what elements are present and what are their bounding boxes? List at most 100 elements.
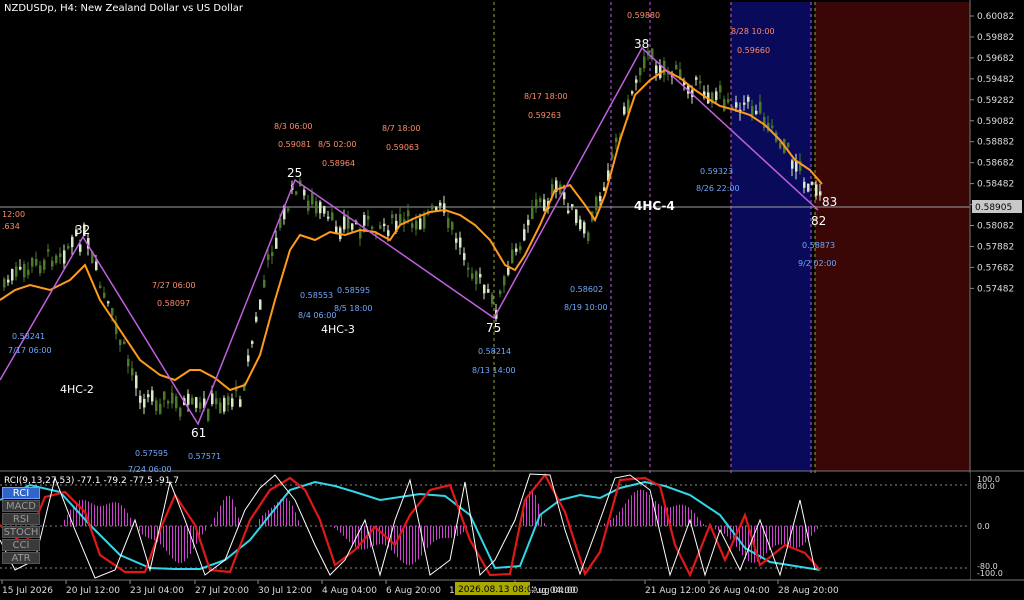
rci-hist-bar bbox=[457, 526, 458, 537]
candle-body bbox=[807, 183, 810, 192]
candle-body bbox=[187, 393, 190, 405]
candle-body bbox=[223, 398, 226, 412]
rci-hist-bar bbox=[751, 526, 752, 563]
rci-hist-bar bbox=[112, 502, 113, 526]
time-tick-label: 27 Jul 20:00 bbox=[195, 586, 249, 596]
rci-hist-bar bbox=[415, 526, 416, 563]
candle-body bbox=[275, 237, 278, 249]
candle-body bbox=[63, 250, 66, 264]
candle-body bbox=[227, 396, 230, 406]
candle-body bbox=[599, 195, 602, 202]
time-tick-label: 21 Aug 12:00 bbox=[645, 586, 706, 596]
candle-body bbox=[811, 182, 814, 185]
candle-body bbox=[615, 137, 618, 143]
candle-body bbox=[391, 214, 394, 219]
candle-body bbox=[595, 196, 598, 211]
rci-hist-bar bbox=[76, 502, 77, 526]
candle-body bbox=[471, 273, 474, 279]
price-tick-label: 0.58682 bbox=[977, 159, 1014, 169]
tab-rci[interactable]: RCI bbox=[2, 487, 40, 499]
candle-body bbox=[71, 236, 74, 248]
svg-text:0.57571: 0.57571 bbox=[188, 452, 221, 461]
rci-hist-bar bbox=[352, 526, 353, 545]
tab-stoch[interactable]: STOCH bbox=[2, 526, 40, 538]
rci-tick-label: 0.0 bbox=[977, 522, 990, 531]
candle-body bbox=[43, 259, 46, 270]
svg-text:0.58964: 0.58964 bbox=[322, 159, 355, 168]
svg-text:0.59323: 0.59323 bbox=[700, 167, 733, 176]
rci-hist-bar bbox=[673, 506, 674, 526]
svg-text:7/24 06:00: 7/24 06:00 bbox=[128, 465, 172, 474]
candle-body bbox=[55, 255, 58, 263]
svg-text:8/4 06:00: 8/4 06:00 bbox=[298, 311, 336, 320]
svg-text:7/17 06:00: 7/17 06:00 bbox=[8, 346, 52, 355]
candle-body bbox=[59, 253, 62, 258]
price-tick-label: 0.59082 bbox=[977, 117, 1014, 127]
candle-body bbox=[139, 395, 142, 403]
candle-body bbox=[39, 265, 42, 274]
tab-macd[interactable]: MACD bbox=[2, 500, 40, 512]
rci-hist-bar bbox=[793, 526, 794, 548]
candle-body bbox=[575, 209, 578, 223]
rci-hist-bar bbox=[811, 526, 812, 536]
rci-hist-bar bbox=[337, 526, 338, 531]
rci-hist-bar bbox=[526, 498, 527, 526]
wave-label-32: 32 bbox=[75, 223, 90, 237]
svg-text:0.58241: 0.58241 bbox=[12, 332, 45, 341]
time-tick-label: 23 Jul 04:00 bbox=[130, 586, 184, 596]
tab-rsi[interactable]: RSI bbox=[2, 513, 40, 525]
candle-body bbox=[119, 339, 122, 345]
candle-body bbox=[719, 85, 722, 93]
rci-hist-bar bbox=[409, 526, 410, 566]
rci-axis: 100.080.00.0-80.0-100.0 bbox=[977, 475, 1003, 578]
candle-body bbox=[323, 206, 326, 214]
candle-body bbox=[635, 79, 638, 83]
rci-hist-bar bbox=[532, 490, 533, 526]
rci-hist-bar bbox=[355, 526, 356, 548]
candle-body bbox=[459, 237, 462, 248]
candle-body bbox=[511, 249, 514, 264]
rci-hist-bar bbox=[538, 503, 539, 526]
rci-hist-bar bbox=[349, 526, 350, 543]
rci-hist-bar bbox=[421, 526, 422, 556]
tab-cci[interactable]: CCI bbox=[2, 539, 40, 551]
candle-body bbox=[779, 143, 782, 149]
rci-hist-bar bbox=[379, 526, 380, 545]
tab-atr[interactable]: ATR bbox=[2, 552, 40, 564]
candle-body bbox=[315, 200, 318, 214]
rci-hist-bar bbox=[775, 526, 776, 546]
chart-window[interactable]: 0.60082 0.59882 0.59682 0.59482 0.59282 0.590… bbox=[0, 0, 1024, 600]
rci-hist-bar bbox=[460, 526, 461, 535]
svg-text:12:00: 12:00 bbox=[2, 210, 25, 219]
svg-text:0.58873: 0.58873 bbox=[802, 241, 835, 250]
candle-body bbox=[195, 397, 198, 408]
rci-hist-bar bbox=[718, 526, 719, 531]
candle-body bbox=[655, 65, 658, 74]
candle-body bbox=[51, 260, 54, 267]
rci-hist-bar bbox=[229, 495, 230, 526]
candle-body bbox=[271, 252, 274, 257]
rci-hist-bar bbox=[676, 505, 677, 526]
svg-text:8/17 18:00: 8/17 18:00 bbox=[524, 92, 568, 101]
rci-hist-bar bbox=[223, 500, 224, 526]
rci-header: RCI(9,13,27,53) -77.1 -79.2 -77.5 -91.7 bbox=[4, 476, 180, 486]
wave-tag-4hc-3: 4HC-3 bbox=[321, 323, 355, 336]
rci-hist-bar bbox=[613, 517, 614, 526]
candle-body bbox=[639, 67, 642, 76]
candle-body bbox=[451, 221, 454, 230]
candle-body bbox=[643, 56, 646, 69]
rci-hist-bar bbox=[760, 526, 761, 560]
candle-body bbox=[487, 289, 490, 293]
time-tick-label: 28 Aug 20:00 bbox=[778, 586, 839, 596]
rci-hist-bar bbox=[226, 496, 227, 526]
svg-text:8/7 18:00: 8/7 18:00 bbox=[382, 124, 420, 133]
rci-hist-bar bbox=[436, 526, 437, 541]
candle-body bbox=[579, 219, 582, 229]
rci-hist-bar bbox=[361, 526, 362, 550]
rci-hist-bar bbox=[814, 526, 815, 533]
rci-hist-bar bbox=[634, 492, 635, 526]
candle-body bbox=[27, 269, 30, 276]
rci-hist-bar bbox=[622, 507, 623, 526]
candle-body bbox=[251, 341, 254, 344]
candle-body bbox=[735, 102, 738, 108]
